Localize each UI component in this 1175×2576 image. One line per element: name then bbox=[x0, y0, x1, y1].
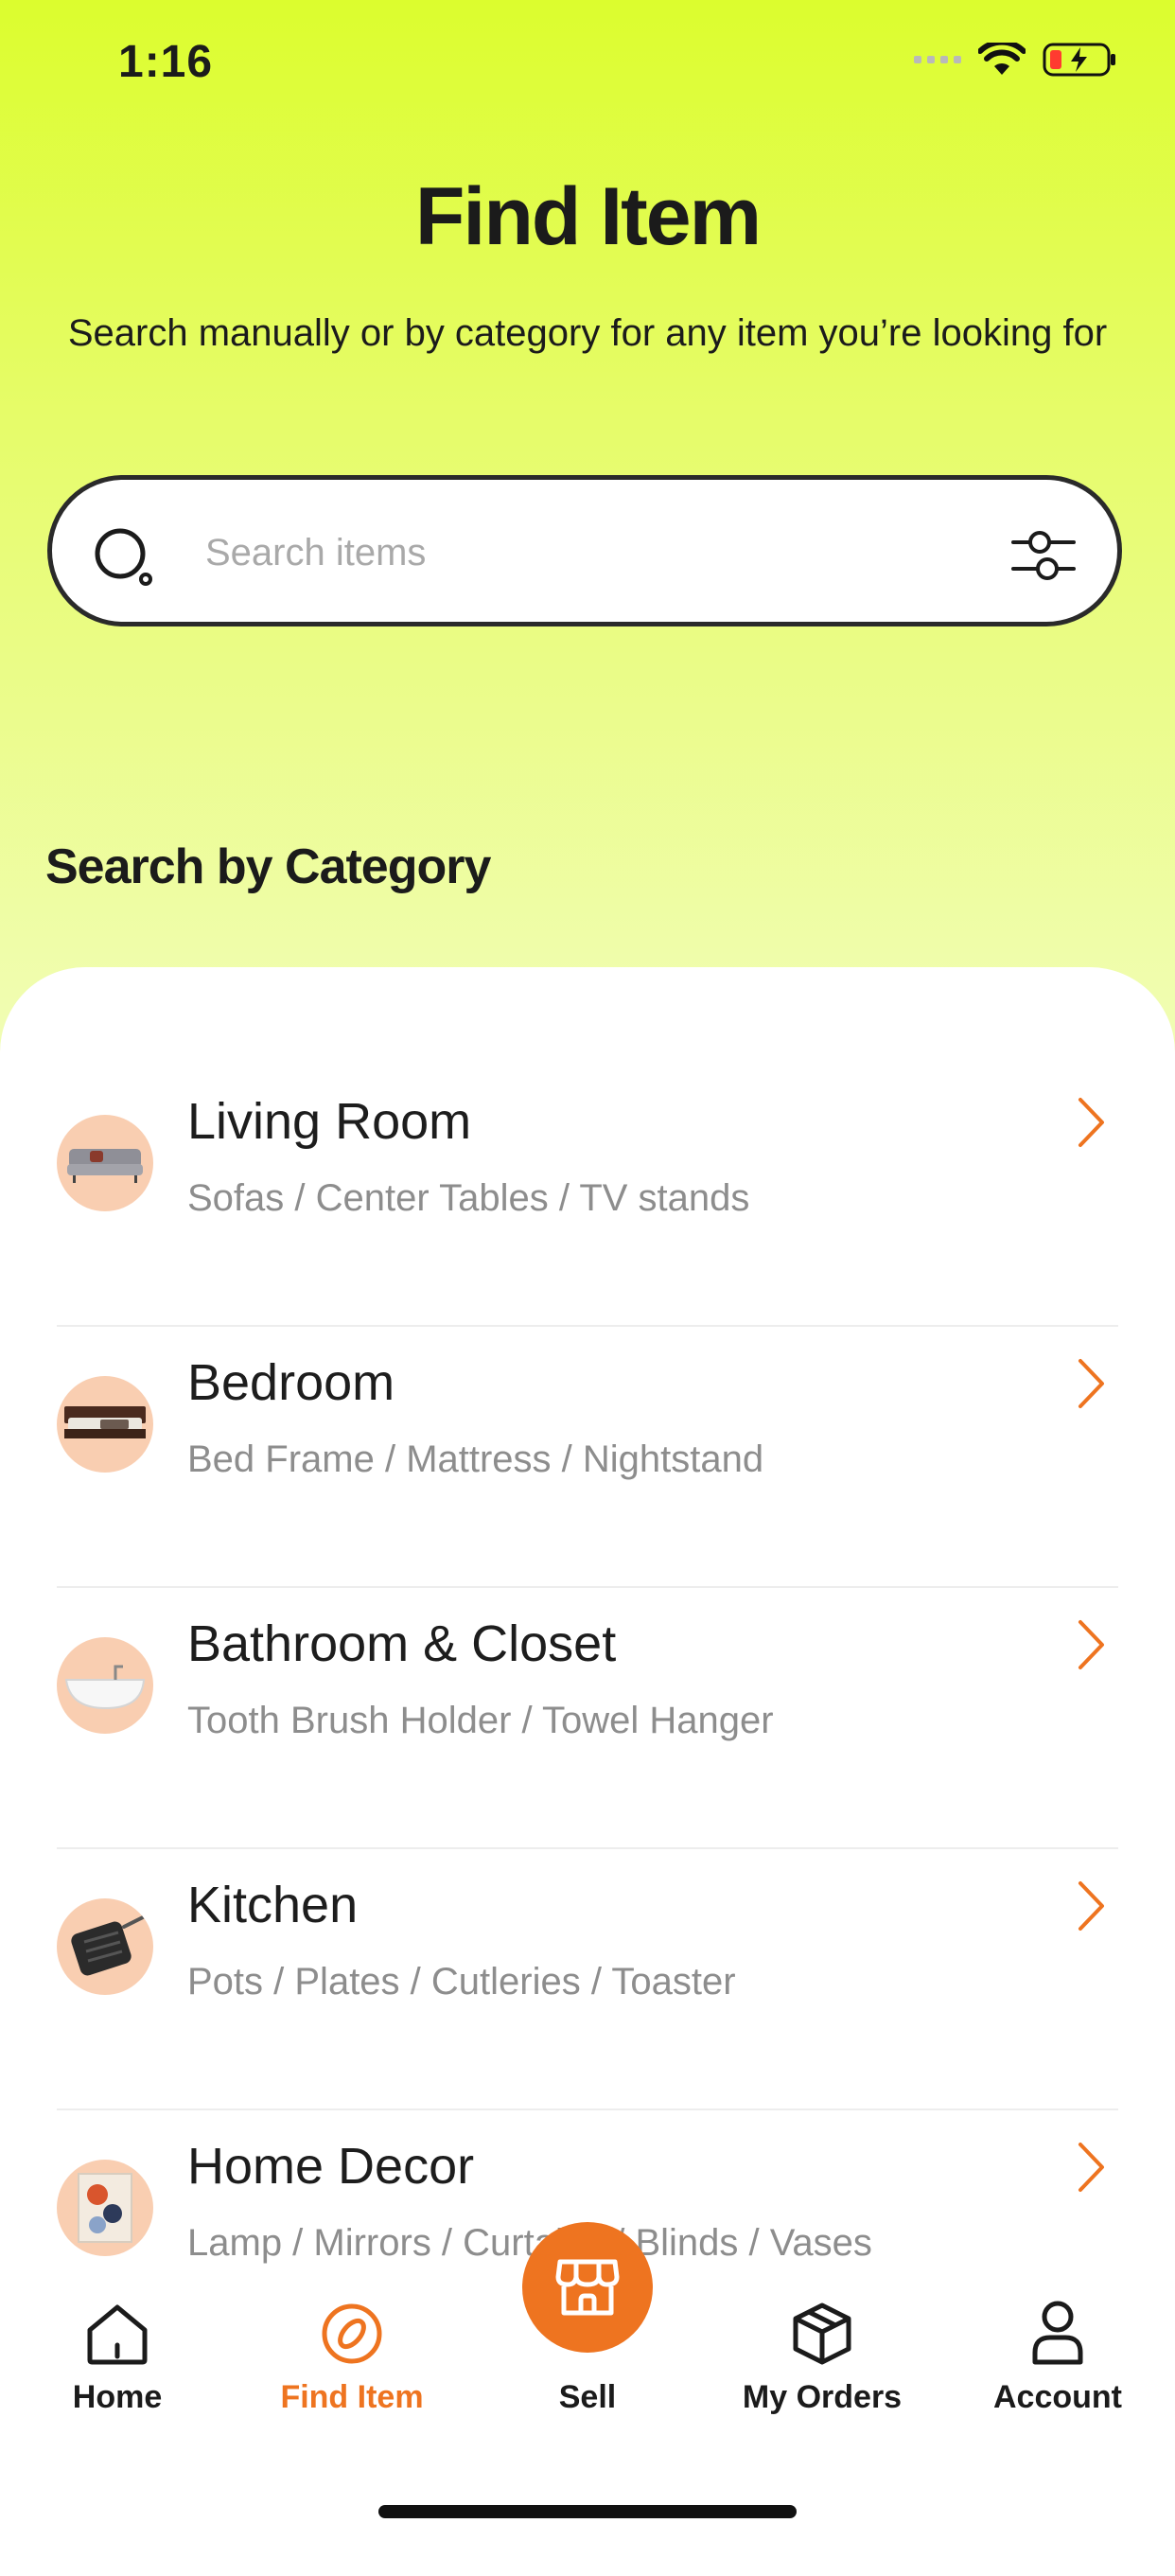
search-icon bbox=[95, 528, 152, 586]
category-item-living-room[interactable]: Living Room Sofas / Center Tables / TV s… bbox=[57, 1066, 1118, 1327]
nav-label: Find Item bbox=[280, 2379, 424, 2415]
filter-icon[interactable] bbox=[1011, 525, 1076, 586]
status-icons bbox=[914, 42, 1118, 78]
sell-button[interactable] bbox=[522, 2222, 653, 2353]
search-bar[interactable] bbox=[47, 475, 1122, 626]
chevron-right-icon bbox=[1079, 2143, 1104, 2192]
nav-my-orders[interactable]: My Orders bbox=[705, 2290, 939, 2416]
nav-label: Home bbox=[72, 2379, 163, 2415]
find-icon bbox=[322, 2303, 382, 2364]
search-input[interactable] bbox=[203, 518, 983, 588]
signal-icon bbox=[914, 56, 961, 63]
page-title: Find Item bbox=[414, 171, 762, 262]
status-time: 1:16 bbox=[118, 37, 214, 87]
sofa-thumbnail bbox=[57, 1115, 153, 1211]
nav-home[interactable]: Home bbox=[0, 2290, 235, 2416]
category-item-kitchen[interactable]: Kitchen Pots / Plates / Cutleries / Toas… bbox=[57, 1849, 1118, 2110]
bed-thumbnail bbox=[57, 1376, 153, 1473]
wifi-icon bbox=[978, 43, 1026, 75]
page-subtitle: Search manually or by category for any i… bbox=[67, 312, 1108, 354]
section-title: Search by Category bbox=[45, 839, 491, 894]
category-title: Bathroom & Closet bbox=[187, 1615, 617, 1672]
nav-label: My Orders bbox=[742, 2379, 903, 2415]
chevron-right-icon bbox=[1079, 1359, 1104, 1408]
category-title: Bedroom bbox=[187, 1354, 395, 1411]
category-subtitle: Tooth Brush Holder / Towel Hanger bbox=[187, 1700, 774, 1741]
chevron-right-icon bbox=[1079, 1620, 1104, 1669]
pan-thumbnail bbox=[57, 1898, 153, 1995]
store-icon bbox=[555, 2259, 620, 2316]
category-title: Home Decor bbox=[187, 2138, 475, 2195]
art-thumbnail bbox=[57, 2160, 153, 2256]
nav-label: Account bbox=[993, 2379, 1122, 2415]
nav-find-item[interactable]: Find Item bbox=[235, 2290, 469, 2416]
category-subtitle: Sofas / Center Tables / TV stands bbox=[187, 1177, 750, 1219]
home-icon bbox=[87, 2304, 148, 2365]
box-icon bbox=[793, 2303, 851, 2365]
category-item-bedroom[interactable]: Bedroom Bed Frame / Mattress / Nightstan… bbox=[57, 1327, 1118, 1588]
category-title: Kitchen bbox=[187, 1877, 359, 1933]
category-title: Living Room bbox=[187, 1093, 472, 1150]
nav-account[interactable]: Account bbox=[940, 2290, 1175, 2416]
chevron-right-icon bbox=[1079, 1881, 1104, 1931]
nav-label: Sell bbox=[558, 2379, 617, 2415]
user-icon bbox=[1032, 2301, 1083, 2365]
category-item-bathroom-closet[interactable]: Bathroom & Closet Tooth Brush Holder / T… bbox=[57, 1588, 1118, 1849]
battery-icon bbox=[1043, 43, 1115, 77]
category-subtitle: Bed Frame / Mattress / Nightstand bbox=[187, 1438, 764, 1480]
chevron-right-icon bbox=[1079, 1098, 1104, 1147]
bathtub-thumbnail bbox=[57, 1637, 153, 1734]
category-subtitle: Pots / Plates / Cutleries / Toaster bbox=[187, 1961, 736, 2003]
home-indicator bbox=[378, 2505, 797, 2518]
